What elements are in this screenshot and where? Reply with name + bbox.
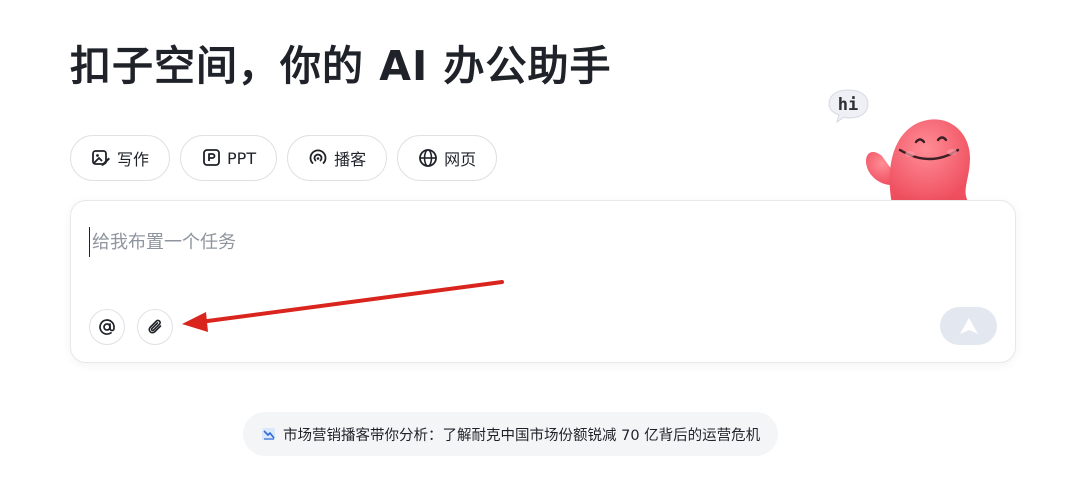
send-arrow-icon <box>959 318 978 334</box>
task-input[interactable] <box>89 227 972 257</box>
ppt-icon <box>203 149 220 166</box>
mention-button[interactable] <box>89 309 125 345</box>
chip-label: 写作 <box>117 150 150 169</box>
chip-podcast[interactable]: 播客 <box>287 135 388 181</box>
annotation-arrow <box>182 280 504 332</box>
task-type-chips: 写作 PPT 播客 网页 <box>70 135 498 181</box>
chip-label: 网页 <box>444 150 477 169</box>
paperclip-icon <box>148 319 162 334</box>
podcast-chart-icon <box>262 428 275 440</box>
suggestion-text: 市场营销播客带你分析：了解耐克中国市场份额锐减 70 亿背后的运营危机 <box>283 427 761 444</box>
chip-ppt[interactable]: PPT <box>180 135 278 181</box>
chip-label: PPT <box>227 148 257 168</box>
page-title: 扣子空间，你的 AI 办公助手 <box>70 42 612 90</box>
chip-writing[interactable]: 写作 <box>70 135 171 181</box>
at-icon <box>99 319 115 335</box>
attach-button[interactable] <box>137 309 173 345</box>
chip-webpage[interactable]: 网页 <box>397 135 498 181</box>
chip-label: 播客 <box>334 150 367 169</box>
write-icon <box>92 150 110 166</box>
home-page: 扣子空间，你的 AI 办公助手 hi 写作 PPT 播客 网页 给我布置一个任务… <box>0 0 1080 501</box>
globe-icon <box>419 149 438 167</box>
greeting-bubble: hi <box>828 89 870 123</box>
podcast-icon <box>309 149 327 164</box>
send-button[interactable] <box>940 307 997 345</box>
greeting-text: hi <box>837 95 859 115</box>
suggestion-pill[interactable]: 市场营销播客带你分析：了解耐克中国市场份额锐减 70 亿背后的运营危机 <box>243 412 779 456</box>
